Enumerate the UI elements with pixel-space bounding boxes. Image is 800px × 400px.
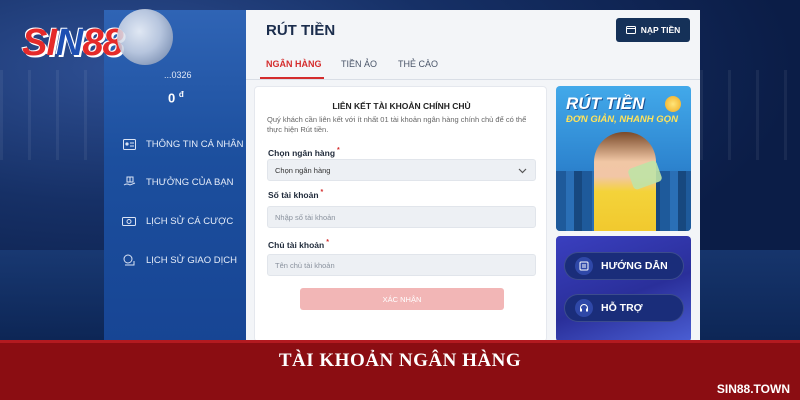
active-tab-indicator [260, 77, 324, 79]
brand-logo: SIN88 [22, 8, 173, 65]
sidebar-item-label: THƯỞNG CỦA BẠN [146, 176, 234, 188]
ticket-icon [122, 215, 136, 227]
account-holder-label: Chủ tài khoản * [268, 239, 329, 250]
tab-crypto[interactable]: TIỀN ẢO [341, 59, 377, 69]
sidebar-item-personal-info[interactable]: THÔNG TIN CÁ NHÂN [122, 138, 243, 150]
withdraw-tabs: NGÂN HÀNG TIỀN ẢO THẺ CÀO [246, 50, 700, 80]
confirm-button[interactable]: XÁC NHẬN [300, 288, 504, 310]
sidebar-item-label: THÔNG TIN CÁ NHÂN [146, 138, 244, 150]
id-card-icon [122, 138, 136, 150]
bank-select[interactable]: Chọn ngân hàng [267, 159, 536, 181]
chevron-down-icon [518, 166, 527, 175]
support-button-label: HỖ TRỢ [601, 302, 643, 314]
gift-hand-icon [122, 176, 136, 188]
deposit-button-label: NẠP TIỀN [640, 25, 681, 35]
withdraw-promo-banner: RÚT TIỀN ĐƠN GIẢN, NHANH GỌN [556, 86, 691, 231]
logo-text: SIN88 [22, 22, 124, 64]
help-panel: HƯỚNG DẪN HỖ TRỢ [556, 236, 691, 342]
promo-subtitle: ĐƠN GIẢN, NHANH GỌN [566, 114, 678, 125]
form-note: Quý khách cần liên kết với ít nhất 01 tà… [267, 115, 527, 134]
bank-select-value: Chọn ngân hàng [275, 165, 331, 175]
account-id: ...0326 [164, 70, 192, 80]
promo-title: RÚT TIỀN [566, 94, 645, 113]
guide-button-label: HƯỚNG DẪN [601, 260, 668, 272]
sidebar-item-rewards[interactable]: THƯỞNG CỦA BẠN [122, 176, 234, 188]
guide-book-icon [575, 257, 593, 275]
account-balance: 0 đ [168, 90, 184, 106]
logo-emblem-icon [116, 8, 173, 65]
deposit-button[interactable]: NẠP TIỀN [616, 18, 690, 42]
sidebar-item-label: LỊCH SỬ GIAO DỊCH [146, 254, 237, 266]
coin-icon [665, 96, 681, 112]
form-title: LIÊN KẾT TÀI KHOẢN CHÍNH CHỦ [332, 101, 471, 111]
bank-select-label: Chọn ngân hàng * [268, 147, 340, 158]
account-holder-input[interactable]: Tên chủ tài khoản [267, 254, 536, 276]
wallet-icon [625, 25, 636, 36]
banner-site-name: SIN88.TOWN [716, 382, 790, 396]
page-title: RÚT TIỀN [266, 22, 336, 39]
account-number-input[interactable]: Nhập số tài khoản [267, 206, 536, 228]
tab-scratch-card[interactable]: THẺ CÀO [398, 59, 438, 69]
bank-link-form: LIÊN KẾT TÀI KHOẢN CHÍNH CHỦ Quý khách c… [254, 86, 547, 342]
tab-bank[interactable]: NGÂN HÀNG [266, 59, 322, 69]
transaction-icon [122, 254, 136, 266]
withdraw-panel: RÚT TIỀN NẠP TIỀN NGÂN HÀNG TIỀN ẢO THẺ … [246, 10, 700, 342]
sidebar-item-transaction-history[interactable]: LỊCH SỬ GIAO DỊCH [122, 254, 237, 266]
caption-banner: TÀI KHOẢN NGÂN HÀNG SIN88.TOWN [0, 340, 800, 400]
sidebar-item-bet-history[interactable]: LỊCH SỬ CÁ CƯỢC [122, 215, 233, 227]
banner-title: TÀI KHOẢN NGÂN HÀNG [278, 350, 522, 371]
support-button[interactable]: HỖ TRỢ [564, 294, 684, 322]
guide-button[interactable]: HƯỚNG DẪN [564, 252, 684, 280]
account-number-label: Số tài khoản * [268, 189, 324, 200]
sidebar-item-label: LỊCH SỬ CÁ CƯỢC [146, 215, 234, 227]
support-headset-icon [575, 299, 593, 317]
